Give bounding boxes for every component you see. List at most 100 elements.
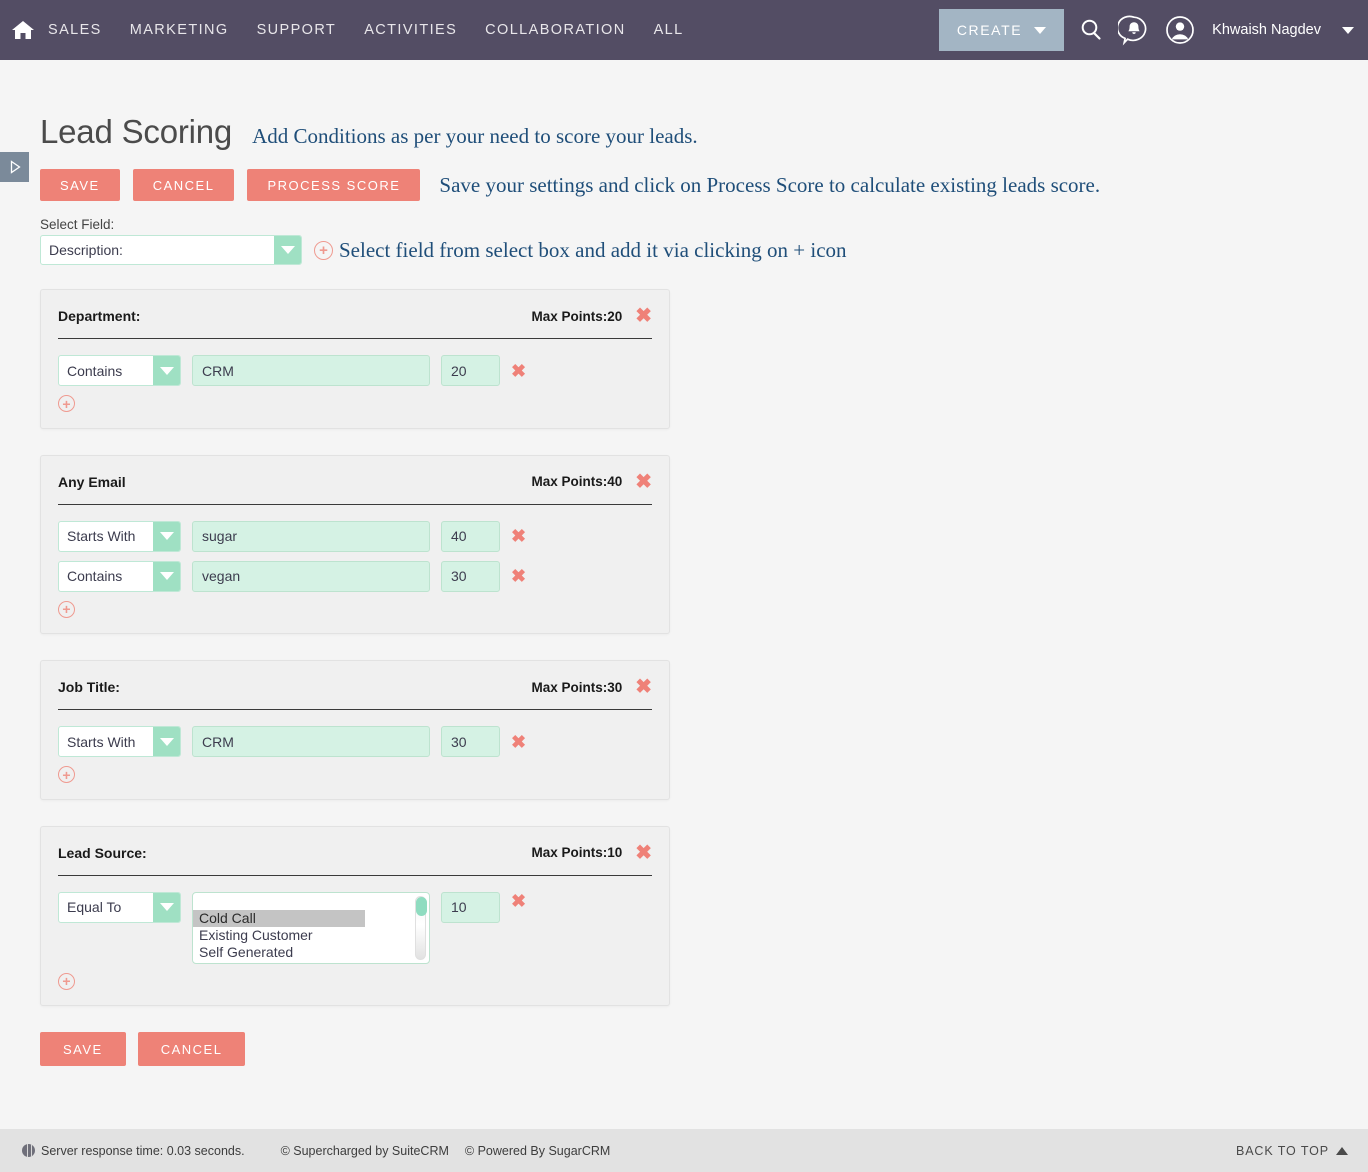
listbox-option-existing-customer[interactable]: Existing Customer <box>193 927 429 944</box>
remove-card-icon[interactable]: ✖ <box>635 306 652 326</box>
save-button-top[interactable]: SAVE <box>40 169 120 201</box>
listbox-option-cold-call[interactable]: Cold Call <box>193 909 365 927</box>
card-max-points: Max Points:10 <box>531 845 623 860</box>
page-content: Lead Scoring Add Conditions as per your … <box>0 60 1368 1106</box>
footer-credit-suitecrm: © Supercharged by SuiteCRM <box>280 1143 449 1158</box>
condition-points-input[interactable] <box>441 355 500 386</box>
remove-condition-row-icon[interactable]: ✖ <box>511 362 526 380</box>
operator-dropdown[interactable]: Starts With <box>58 520 181 552</box>
nav-item-collaboration[interactable]: COLLABORATION <box>485 22 625 38</box>
remove-condition-row-icon[interactable]: ✖ <box>511 733 526 751</box>
operator-dropdown[interactable]: Equal To <box>58 891 181 923</box>
card-header: Job Title: Max Points:30 ✖ <box>58 677 652 709</box>
select-field-label: Select Field: <box>40 217 115 232</box>
nav-item-support[interactable]: SUPPORT <box>257 22 337 38</box>
remove-condition-row-icon[interactable]: ✖ <box>511 892 526 910</box>
process-score-button[interactable]: PROCESS SCORE <box>247 169 421 201</box>
remove-card-icon[interactable]: ✖ <box>635 677 652 697</box>
condition-value-input[interactable] <box>192 355 430 386</box>
chevron-down-icon <box>274 236 301 264</box>
top-navigation-bar: SALES MARKETING SUPPORT ACTIVITIES COLLA… <box>0 0 1368 60</box>
search-icon[interactable] <box>1078 17 1104 43</box>
card-divider <box>58 338 652 339</box>
condition-row: Contains ✖ <box>58 560 652 592</box>
lead-source-multiselect-listbox[interactable]: Cold Call Existing Customer Self Generat… <box>192 891 430 964</box>
main-nav-items: SALES MARKETING SUPPORT ACTIVITIES COLLA… <box>48 22 684 38</box>
remove-card-icon[interactable]: ✖ <box>635 472 652 492</box>
card-add-row: + <box>58 972 652 992</box>
process-score-hint: Save your settings and click on Process … <box>439 172 1101 197</box>
footer-credit-sugarcrm: © Powered By SugarCRM <box>464 1143 611 1158</box>
card-add-row: + <box>58 766 652 785</box>
back-to-top-button[interactable]: BACK TO TOP <box>1236 1144 1348 1158</box>
create-button[interactable]: CREATE <box>938 9 1065 51</box>
user-menu-chevron-down-icon[interactable] <box>1342 26 1354 34</box>
condition-card: Lead Source: Max Points:10 ✖ Equal To Co… <box>40 825 670 1006</box>
nav-item-sales[interactable]: SALES <box>48 22 102 38</box>
condition-row: Starts With ✖ <box>58 520 652 552</box>
add-condition-row-plus-icon[interactable]: + <box>58 600 75 618</box>
home-icon[interactable] <box>10 17 36 43</box>
cancel-button-top[interactable]: CANCEL <box>132 169 235 201</box>
card-divider <box>58 709 652 710</box>
condition-cards-list: Department: Max Points:20 ✖ Contains ✖ + <box>40 289 1368 1006</box>
card-add-row: + <box>58 395 652 414</box>
card-header-right: Max Points:20 ✖ <box>531 306 652 326</box>
add-field-plus-icon[interactable]: + <box>314 240 333 260</box>
remove-condition-row-icon[interactable]: ✖ <box>511 527 526 545</box>
condition-row: Starts With ✖ <box>58 726 652 757</box>
page-header: Lead Scoring Add Conditions as per your … <box>40 60 1368 151</box>
card-divider <box>58 503 652 505</box>
cancel-button-bottom[interactable]: CANCEL <box>137 1032 246 1066</box>
page-footer: Server response time: 0.03 seconds. © Su… <box>0 1129 1368 1172</box>
page-title-hint: Add Conditions as per your need to score… <box>252 124 698 148</box>
listbox-scrollbar[interactable] <box>415 895 427 960</box>
notification-bell-icon[interactable] <box>1118 14 1150 46</box>
arrow-up-icon <box>1336 1146 1348 1155</box>
nav-item-marketing[interactable]: MARKETING <box>130 22 229 38</box>
user-avatar-icon[interactable] <box>1164 14 1196 46</box>
condition-points-input[interactable] <box>441 891 500 923</box>
operator-dropdown[interactable]: Starts With <box>58 726 181 757</box>
chevron-down-icon <box>1034 26 1047 34</box>
listbox-scrollbar-thumb[interactable] <box>416 896 427 916</box>
condition-value-input[interactable] <box>192 560 430 592</box>
bottom-action-bar: SAVE CANCEL <box>40 1032 1368 1106</box>
select-field-dropdown[interactable]: Description: <box>40 235 302 265</box>
save-button-bottom[interactable]: SAVE <box>40 1032 126 1066</box>
add-field-hint: Select field from select box and add it … <box>339 237 847 262</box>
card-max-points: Max Points:40 <box>531 474 623 489</box>
card-header-right: Max Points:10 ✖ <box>531 843 652 863</box>
chevron-down-icon <box>153 892 180 922</box>
nav-item-activities[interactable]: ACTIVITIES <box>364 22 457 38</box>
remove-condition-row-icon[interactable]: ✖ <box>511 567 526 585</box>
condition-value-input[interactable] <box>192 520 430 552</box>
condition-row: Contains ✖ <box>58 355 652 386</box>
operator-dropdown[interactable]: Contains <box>58 560 181 592</box>
add-condition-row-plus-icon[interactable]: + <box>58 395 75 412</box>
operator-value: Equal To <box>67 899 122 915</box>
condition-value-input[interactable] <box>192 726 430 757</box>
add-condition-row-plus-icon[interactable]: + <box>58 766 75 783</box>
condition-points-input[interactable] <box>441 726 500 757</box>
sidebar-toggle-button[interactable] <box>0 152 29 182</box>
card-header-right: Max Points:30 ✖ <box>531 677 652 697</box>
chevron-down-icon <box>153 561 180 591</box>
chevron-down-icon <box>153 521 180 551</box>
card-title: Any Email <box>58 473 126 490</box>
condition-card: Department: Max Points:20 ✖ Contains ✖ + <box>40 289 670 429</box>
condition-points-input[interactable] <box>441 520 500 552</box>
condition-points-input[interactable] <box>441 560 500 592</box>
add-condition-row-plus-icon[interactable]: + <box>58 972 75 990</box>
user-name-label[interactable]: Khwaish Nagdev <box>1212 22 1321 38</box>
card-max-points: Max Points:20 <box>531 308 623 324</box>
condition-row: Equal To Cold Call Existing Customer Sel… <box>58 891 652 964</box>
create-button-label: CREATE <box>956 22 1023 38</box>
operator-dropdown[interactable]: Contains <box>58 355 181 386</box>
listbox-option-self-generated[interactable]: Self Generated <box>193 944 429 961</box>
card-divider <box>58 874 652 876</box>
listbox-option-blank[interactable] <box>193 896 429 910</box>
nav-item-all[interactable]: ALL <box>654 22 684 38</box>
chevron-down-icon <box>153 727 180 756</box>
remove-card-icon[interactable]: ✖ <box>635 843 652 863</box>
